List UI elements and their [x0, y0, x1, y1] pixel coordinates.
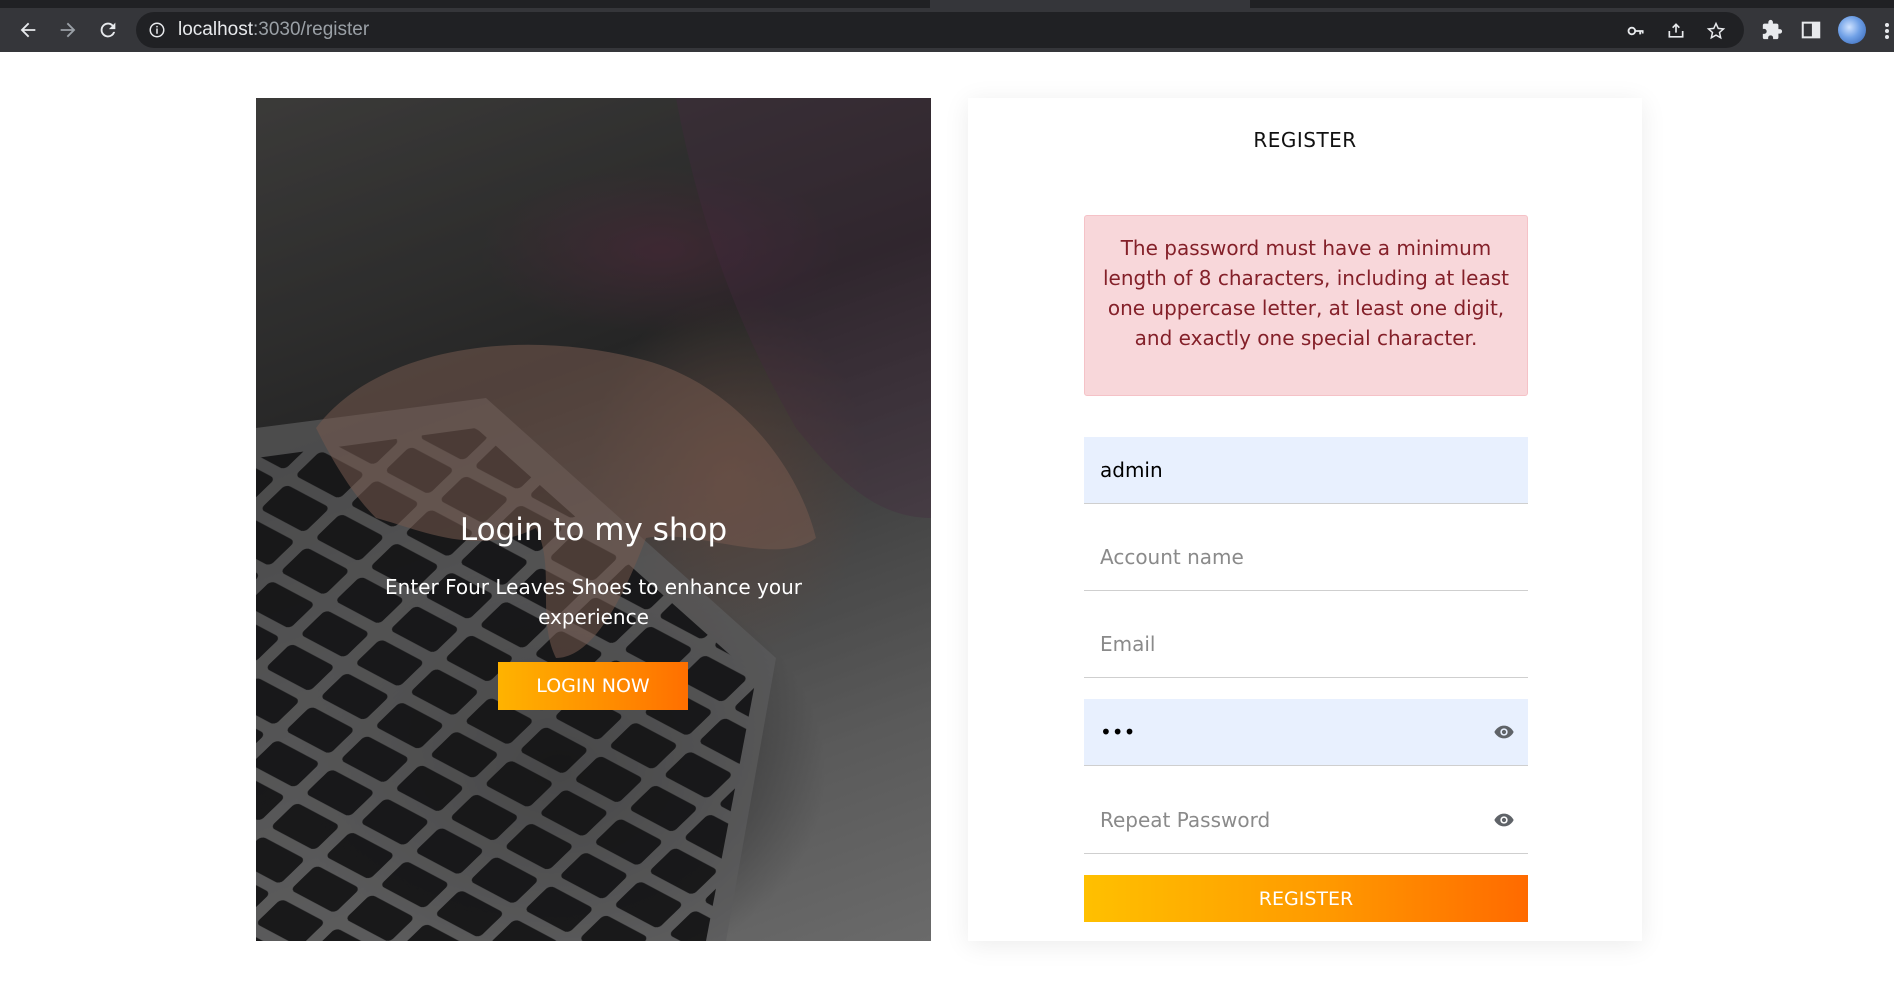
register-title: REGISTER [1253, 128, 1357, 152]
side-panel-icon[interactable] [1800, 19, 1822, 41]
browser-chrome: localhost:3030/register [0, 0, 1894, 52]
avatar[interactable] [1838, 16, 1866, 44]
email-input[interactable] [1084, 611, 1528, 677]
star-icon[interactable] [1706, 21, 1726, 41]
account-name-field[interactable] [1084, 524, 1528, 591]
register-button[interactable]: REGISTER [1084, 875, 1528, 922]
repeat-password-input[interactable] [1084, 787, 1528, 853]
url-text[interactable]: localhost:3030/register [178, 19, 369, 41]
username-input[interactable] [1084, 437, 1528, 503]
hero-title: Login to my shop [459, 512, 728, 548]
password-input[interactable] [1084, 699, 1528, 765]
hero-panel: Login to my shop Enter Four Leaves Shoes… [256, 98, 931, 941]
hero-subtitle: Enter Four Leaves Shoes to enhance your … [385, 575, 802, 629]
email-field[interactable] [1084, 611, 1528, 678]
eye-icon[interactable] [1492, 721, 1516, 743]
more-vert-icon[interactable] [1884, 22, 1890, 40]
address-bar[interactable]: localhost:3030/register [136, 12, 1744, 48]
url-path: :3030/register [253, 19, 370, 40]
info-circle-icon[interactable] [148, 21, 166, 39]
username-field[interactable] [1084, 437, 1528, 504]
login-now-button[interactable]: LOGIN NOW [498, 662, 688, 710]
browser-toolbar: localhost:3030/register [0, 8, 1894, 52]
reload-icon[interactable] [92, 14, 124, 46]
repeat-password-field[interactable] [1084, 787, 1528, 854]
active-tab[interactable] [930, 0, 1250, 8]
arrow-right-icon[interactable] [52, 14, 84, 46]
url-host: localhost [178, 19, 253, 40]
register-card: REGISTER The password must have a minimu… [968, 98, 1642, 941]
eye-icon[interactable] [1492, 809, 1516, 831]
password-field[interactable] [1084, 699, 1528, 766]
key-icon[interactable] [1626, 21, 1646, 41]
tab-strip [0, 0, 1894, 8]
arrow-left-icon[interactable] [12, 14, 44, 46]
account-name-input[interactable] [1084, 524, 1528, 590]
share-icon[interactable] [1666, 21, 1686, 41]
password-rules-alert: The password must have a minimum length … [1084, 215, 1528, 396]
puzzle-icon[interactable] [1761, 19, 1783, 41]
